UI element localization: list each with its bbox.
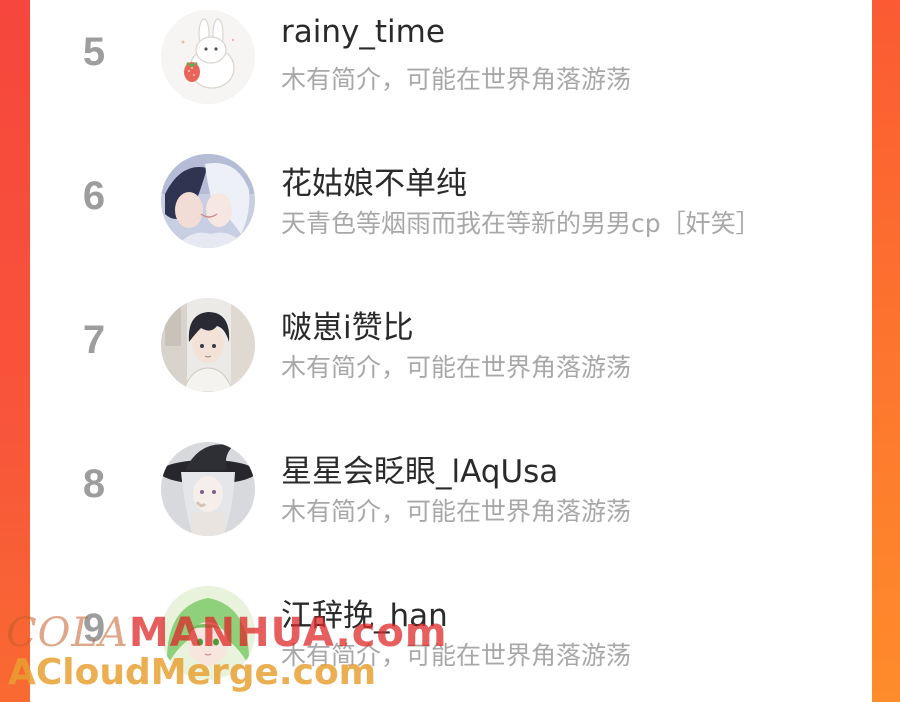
avatar[interactable] <box>161 298 255 392</box>
page-edge-right <box>872 0 900 702</box>
page-edge-left <box>0 0 30 702</box>
ranking-item[interactable]: 5 rainy_time 木有简介，可能在世界角落游荡 <box>30 0 872 120</box>
avatar[interactable] <box>161 586 255 680</box>
user-name[interactable]: 花姑娘不单纯 <box>281 158 467 203</box>
anime-couple-icon <box>161 154 255 248</box>
ranking-panel: 5 rainy_time 木有简介，可能在世界角落游荡 6 花姑娘不单纯 天青色… <box>30 0 872 702</box>
anime-green-hair-icon <box>161 586 255 680</box>
anime-witch-hat-icon <box>161 442 255 536</box>
avatar[interactable] <box>161 10 255 104</box>
user-name[interactable]: 啵崽i赞比 <box>281 302 414 347</box>
ranking-item[interactable]: 9 江辞挽_han 木有简介，可能在世界角落游荡 <box>30 576 872 696</box>
user-name[interactable]: rainy_time <box>281 14 445 50</box>
rank-number: 5 <box>82 30 106 74</box>
rank-number: 8 <box>82 462 106 506</box>
rank-number: 6 <box>82 174 106 218</box>
ranking-item[interactable]: 8 星星会眨眼_lAqUsa 木有简介，可能在世界角落游荡 <box>30 432 872 552</box>
user-name[interactable]: 星星会眨眼_lAqUsa <box>281 446 558 491</box>
ranking-item[interactable]: 6 花姑娘不单纯 天青色等烟雨而我在等新的男男cp［奸笑］ <box>30 144 872 264</box>
user-name[interactable]: 江辞挽_han <box>281 590 448 635</box>
user-bio: 木有简介，可能在世界角落游荡 <box>281 353 632 382</box>
user-bio: 天青色等烟雨而我在等新的男男cp［奸笑］ <box>281 209 761 238</box>
avatar[interactable] <box>161 442 255 536</box>
ranking-item[interactable]: 7 啵崽i赞比 木有简介，可能在世界角落游荡 <box>30 288 872 408</box>
user-bio: 木有简介，可能在世界角落游荡 <box>281 641 632 670</box>
user-bio: 木有简介，可能在世界角落游荡 <box>281 65 632 94</box>
user-bio: 木有简介，可能在世界角落游荡 <box>281 497 632 526</box>
white-rabbit-strawberry-icon <box>161 10 255 104</box>
anime-boy-dark-hair-icon <box>161 298 255 392</box>
rank-number: 9 <box>82 606 106 650</box>
rank-number: 7 <box>82 318 106 362</box>
avatar[interactable] <box>161 154 255 248</box>
